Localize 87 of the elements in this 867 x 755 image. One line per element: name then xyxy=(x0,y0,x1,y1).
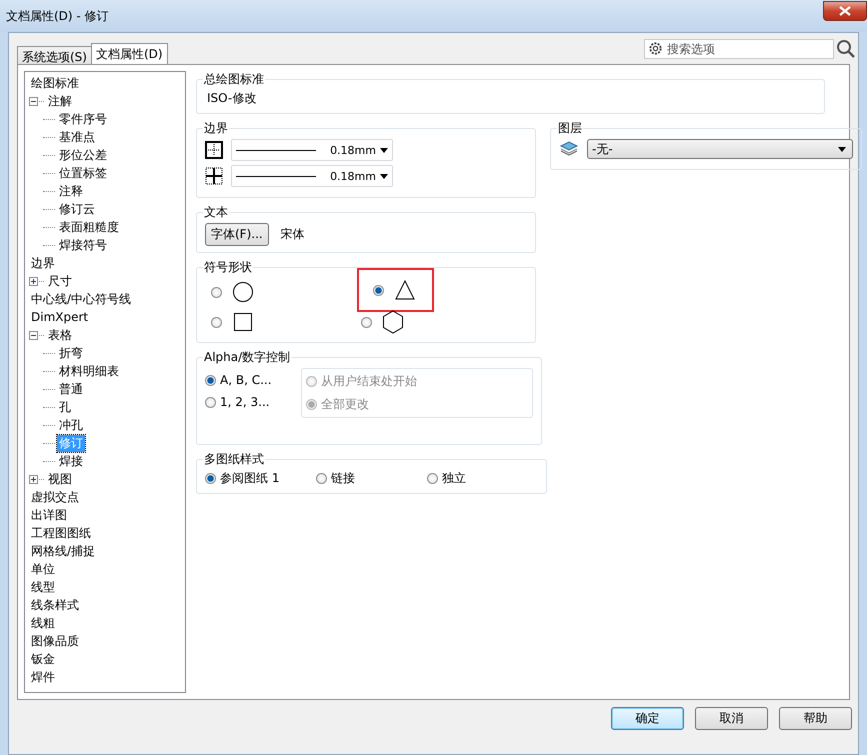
tree-item[interactable]: 焊接 xyxy=(57,452,85,470)
tree-item[interactable]: 表格 xyxy=(46,326,74,344)
radio-button[interactable] xyxy=(205,374,216,386)
radio-label: A, B, C... xyxy=(220,373,272,387)
tree-item[interactable]: 基准点 xyxy=(57,128,97,146)
line-weight-dropdown[interactable]: 0.18mm xyxy=(231,139,393,161)
tree-item[interactable]: 视图 xyxy=(46,470,74,488)
tree-item[interactable]: 注释 xyxy=(57,182,85,200)
radio-button[interactable] xyxy=(205,473,216,484)
tree-item[interactable]: 单位 xyxy=(29,560,57,578)
layer-dropdown[interactable]: -无- xyxy=(587,139,853,159)
tree-item[interactable]: 出详图 xyxy=(29,506,69,524)
circle-icon xyxy=(232,281,254,303)
radio-button[interactable] xyxy=(361,316,372,328)
tree-item[interactable]: 焊接符号 xyxy=(57,236,109,254)
tree-item[interactable]: 边界 xyxy=(29,254,57,272)
expand-icon[interactable] xyxy=(29,276,38,286)
tree-item[interactable]: 普通 xyxy=(57,380,85,398)
expand-icon[interactable] xyxy=(29,474,38,484)
group-title: Alpha/数字控制 xyxy=(203,349,292,366)
close-icon xyxy=(839,6,851,16)
radio-button[interactable] xyxy=(205,396,216,408)
collapse-icon[interactable] xyxy=(29,96,38,106)
triangle-icon xyxy=(394,279,416,301)
line-weight-dropdown[interactable]: 0.18mm xyxy=(231,165,393,187)
group-title: 图层 xyxy=(557,120,583,137)
tree-item[interactable]: 线粗 xyxy=(29,614,57,632)
tree-item[interactable]: 表面粗糙度 xyxy=(57,218,121,236)
tree-item[interactable]: DimXpert xyxy=(29,310,90,324)
outer-border-icon xyxy=(205,141,223,159)
tree-item[interactable]: 位置标签 xyxy=(57,164,109,182)
tree-item[interactable]: 零件序号 xyxy=(57,110,109,128)
radio-button[interactable] xyxy=(211,286,222,298)
hexagon-icon xyxy=(382,310,404,334)
standard-value: ISO-修改 xyxy=(206,90,258,107)
tree-item[interactable]: 材料明细表 xyxy=(57,362,121,380)
radio-label: 1, 2, 3... xyxy=(220,395,270,409)
tree-item[interactable]: 冲孔 xyxy=(57,416,85,434)
group-title: 多图纸样式 xyxy=(203,451,265,468)
radio-button[interactable] xyxy=(427,473,438,484)
radio-label: 参阅图纸 1 xyxy=(220,470,280,487)
dropdown-arrow-icon xyxy=(380,174,388,178)
dropdown-arrow-icon xyxy=(838,146,846,152)
tab[interactable]: 系统选项(S) xyxy=(17,46,92,64)
dialog-button[interactable]: 确定 xyxy=(611,707,684,730)
inner-border-icon xyxy=(205,167,223,185)
radio-button[interactable] xyxy=(316,473,327,484)
dialog-button[interactable]: 帮助 xyxy=(779,707,852,730)
group-title: 符号形状 xyxy=(203,259,253,276)
radio-button[interactable] xyxy=(373,284,384,296)
close-button[interactable] xyxy=(823,1,867,21)
group-title: 文本 xyxy=(203,204,229,221)
tree-item[interactable]: 修订云 xyxy=(57,200,97,218)
search-icon[interactable] xyxy=(836,39,856,59)
dialog-button[interactable]: 取消 xyxy=(695,707,768,730)
group-title: 总绘图标准 xyxy=(203,71,265,88)
tree-item[interactable]: 中心线/中心符号线 xyxy=(29,290,134,308)
settings-icon xyxy=(648,41,663,56)
radio-label: 从用户结束处开始 xyxy=(321,373,417,390)
radio-button[interactable] xyxy=(211,316,222,328)
tree-item[interactable]: 图像品质 xyxy=(29,632,81,650)
tree-item[interactable]: 形位公差 xyxy=(57,146,109,164)
tree-item[interactable]: 注解 xyxy=(46,92,74,110)
square-icon xyxy=(232,311,254,333)
tree-item[interactable]: 工程图图纸 xyxy=(29,524,93,542)
tree-item[interactable]: 网格线/捕捉 xyxy=(29,542,98,560)
tree-item[interactable]: 焊件 xyxy=(29,668,57,686)
tree-item[interactable]: 虚拟交点 xyxy=(29,488,81,506)
tree-item[interactable]: 孔 xyxy=(57,398,73,416)
tree-item[interactable]: 线型 xyxy=(29,578,57,596)
collapse-icon[interactable] xyxy=(29,330,38,340)
tree-item[interactable]: 尺寸 xyxy=(46,272,74,290)
radio-label: 链接 xyxy=(331,470,355,487)
dropdown-arrow-icon xyxy=(380,148,388,152)
group-title: 边界 xyxy=(203,120,229,137)
radio-label: 全部更改 xyxy=(321,396,369,413)
font-button[interactable]: 字体(F)... xyxy=(205,223,269,246)
window-title: 文档属性(D) - 修订 xyxy=(5,8,109,24)
tree-item[interactable]: 绘图标准 xyxy=(29,74,81,92)
tab[interactable]: 文档属性(D) xyxy=(90,43,168,64)
radio-label: 独立 xyxy=(442,470,466,487)
search-field[interactable]: 搜索选项 xyxy=(644,39,834,59)
tree-item[interactable]: 折弯 xyxy=(57,344,85,362)
layers-icon xyxy=(559,141,579,157)
font-name: 宋体 xyxy=(280,226,305,243)
tree-item[interactable]: 线条样式 xyxy=(29,596,81,614)
tree-item[interactable]: 钣金 xyxy=(29,650,57,668)
